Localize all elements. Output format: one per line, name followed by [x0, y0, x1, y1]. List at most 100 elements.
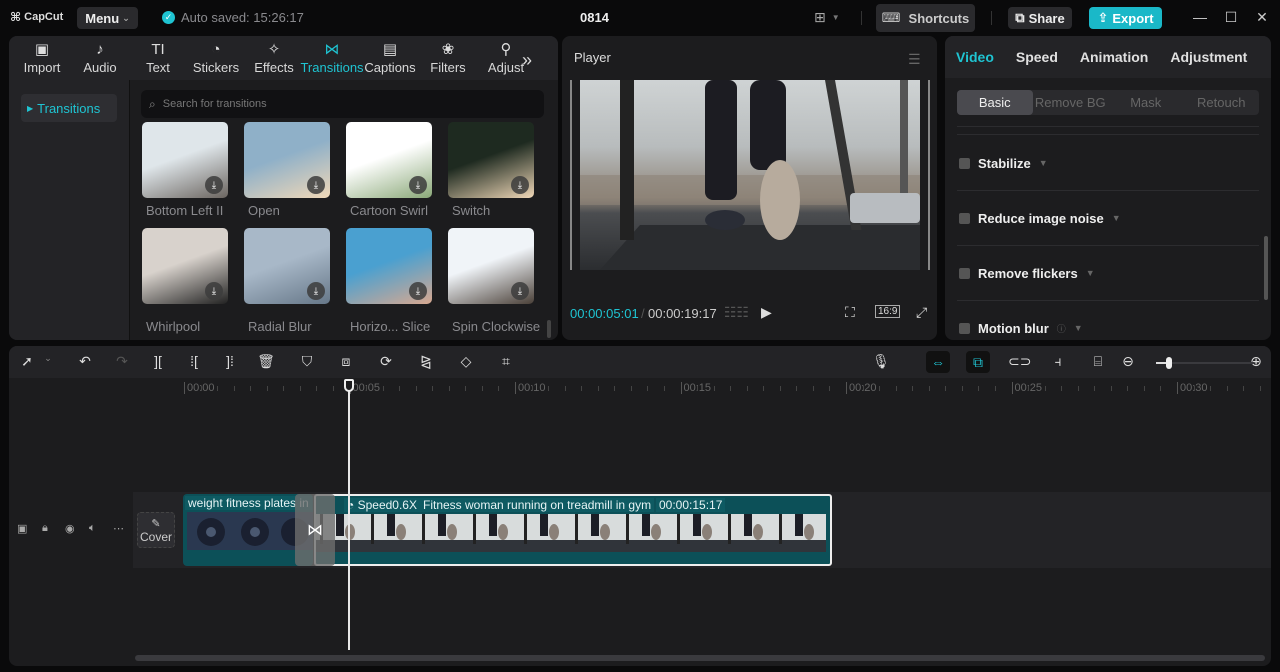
subtab-basic[interactable]: Basic — [957, 90, 1033, 115]
link-icon[interactable]: ⊂⊃ — [1008, 353, 1031, 370]
volume-icon[interactable]: 🔈︎ — [89, 522, 96, 535]
search-input[interactable]: ⌕ Search for transitions — [141, 90, 544, 118]
checkbox[interactable] — [959, 267, 970, 279]
clip-fitness-woman[interactable]: ◔ Speed0.6X Fitness woman running on tre… — [314, 494, 832, 566]
sidebar-item-transitions[interactable]: ▶ Transitions — [21, 94, 117, 122]
preview-axis-icon[interactable]: ⫞ — [1048, 353, 1068, 370]
zoom-timeline-icon[interactable]: ⌸ — [1088, 353, 1108, 370]
crop-icon[interactable]: ⌗ — [496, 353, 516, 370]
delete-icon[interactable]: 🗑 — [256, 353, 276, 370]
tab-filters[interactable]: ❀ Filters — [419, 36, 477, 80]
select-tool-icon[interactable]: ➚ — [17, 353, 37, 370]
share-button[interactable]: ⧉ Share — [1008, 7, 1072, 29]
playhead[interactable] — [348, 382, 350, 650]
redo-icon[interactable]: ↷ — [112, 353, 132, 370]
split-left-icon[interactable]: ⁞[ — [184, 353, 204, 369]
rotate-icon[interactable]: ◇ — [456, 353, 476, 370]
menu-button[interactable]: Menu ⌄ — [77, 7, 138, 29]
tab-stickers[interactable]: ◔ Stickers — [187, 36, 245, 80]
tab-effects[interactable]: ✧ Effects — [245, 36, 303, 80]
auto-snap-icon[interactable]: ⧉ — [966, 351, 990, 373]
caret-down-icon[interactable]: ▼ — [1112, 213, 1121, 223]
checkbox[interactable] — [959, 322, 970, 334]
caret-down-icon[interactable]: ▼ — [1074, 323, 1083, 333]
more-icon[interactable]: ⋯ — [113, 522, 124, 535]
tab-text[interactable]: TI Text — [129, 36, 187, 80]
cover-button[interactable]: ✎ Cover — [137, 512, 175, 548]
split-right-icon[interactable]: ]⁞ — [220, 353, 240, 369]
download-icon[interactable]: ⤓ — [205, 282, 223, 300]
menu-icon[interactable]: ☰ — [908, 51, 921, 68]
export-button[interactable]: ⇪ Export — [1089, 7, 1162, 29]
video-preview[interactable] — [580, 80, 920, 270]
subtab-retouch[interactable]: Retouch — [1184, 90, 1260, 115]
zoom-out-icon[interactable]: ⊖ — [1118, 353, 1138, 370]
chevron-down-icon[interactable]: ⌄ — [38, 353, 58, 364]
scrollbar[interactable] — [547, 320, 551, 338]
clip-weight-fitness[interactable]: weight fitness plates in — [183, 494, 313, 566]
playhead-handle[interactable] — [344, 379, 354, 392]
scrollbar[interactable] — [1264, 236, 1268, 300]
track-video-icon[interactable]: ▣ — [17, 522, 27, 535]
time-ruler[interactable]: 00:00 00:05 00:10 00:15 00:20 00:25 00:30 — [133, 378, 1271, 406]
zoom-fit-icon[interactable]: ⛶ — [845, 304, 855, 321]
microphone-icon[interactable]: 🎙 — [871, 353, 891, 370]
transition-label: Cartoon Swirl — [350, 203, 429, 218]
tab-transitions[interactable]: ⋈ Transitions — [300, 36, 363, 80]
split-icon[interactable]: ][ — [148, 353, 168, 369]
eye-icon[interactable]: ◉ — [65, 522, 75, 535]
tab-speed[interactable]: Speed — [1016, 49, 1058, 65]
minimize-icon[interactable]: — — [1190, 9, 1210, 25]
help-icon[interactable]: ⓘ — [1057, 322, 1066, 335]
tab-captions[interactable]: ▤ Captions — [361, 36, 419, 80]
tab-video[interactable]: Video — [956, 49, 994, 65]
main-track-magnet-icon[interactable]: ⇔ — [926, 351, 950, 373]
maximize-icon[interactable]: ☐ — [1221, 9, 1241, 26]
caret-down-icon[interactable]: ▼ — [1039, 158, 1048, 168]
play-button[interactable]: ▶ — [761, 304, 772, 321]
transition-label: Whirlpool — [146, 319, 201, 334]
marker-icon[interactable]: ⛉ — [297, 353, 317, 370]
transition-thumbnail[interactable]: ⤓ — [244, 122, 330, 198]
horizontal-scrollbar[interactable] — [135, 655, 1265, 661]
download-icon[interactable]: ⤓ — [307, 282, 325, 300]
more-tabs-icon[interactable]: » — [522, 50, 532, 71]
transition-thumbnail[interactable]: ⤓ — [244, 228, 330, 304]
zoom-slider-handle[interactable] — [1166, 357, 1172, 369]
download-icon[interactable]: ⤓ — [511, 282, 529, 300]
reverse-icon[interactable]: ⟳ — [376, 353, 396, 370]
divider — [991, 11, 992, 25]
transition-thumbnail[interactable]: ⤓ — [346, 122, 432, 198]
layout-button[interactable]: ⊞ ▼ — [814, 9, 840, 26]
transition-thumbnail[interactable]: ⤓ — [142, 228, 228, 304]
timeline-panel: ➚ ⌄ ↶ ↷ ][ ⁞[ ]⁞ 🗑 ⛉ ⧈ ⟳ ⧎ ◇ ⌗ 🎙 ⇔ ⧉ ⊂⊃ … — [9, 346, 1271, 666]
caret-down-icon[interactable]: ▼ — [1086, 268, 1095, 278]
transition-thumbnail[interactable]: ⤓ — [142, 122, 228, 198]
shortcuts-button[interactable]: ⌨ Shortcuts — [876, 4, 975, 32]
download-icon[interactable]: ⤓ — [409, 176, 427, 194]
transition-thumbnail[interactable]: ⤓ — [448, 122, 534, 198]
subtab-mask[interactable]: Mask — [1108, 90, 1184, 115]
checkbox[interactable] — [959, 212, 970, 224]
download-icon[interactable]: ⤓ — [511, 176, 529, 194]
transition-thumbnail[interactable]: ⤓ — [346, 228, 432, 304]
lock-icon[interactable]: 🔒︎ — [42, 522, 48, 535]
aspect-ratio-button[interactable]: 16:9 — [875, 305, 901, 318]
close-icon[interactable]: ✕ — [1252, 9, 1272, 26]
tab-animation[interactable]: Animation — [1080, 49, 1148, 65]
undo-icon[interactable]: ↶ — [75, 353, 95, 370]
timeline-view-icon[interactable]: ☷☷ — [724, 304, 749, 321]
download-icon[interactable]: ⤓ — [307, 176, 325, 194]
tab-adjustment[interactable]: Adjustment — [1170, 49, 1247, 65]
fullscreen-icon[interactable]: ⤢ — [916, 304, 927, 321]
checkbox[interactable] — [959, 157, 970, 169]
freeze-icon[interactable]: ⧈ — [336, 353, 356, 370]
transition-marker[interactable]: ⋈ — [295, 494, 335, 566]
download-icon[interactable]: ⤓ — [205, 176, 223, 194]
mirror-icon[interactable]: ⧎ — [416, 353, 436, 370]
tab-audio[interactable]: ♪ Audio — [71, 36, 129, 80]
tab-import[interactable]: ▣ Import — [13, 36, 71, 80]
subtab-remove-bg[interactable]: Remove BG — [1033, 90, 1109, 115]
download-icon[interactable]: ⤓ — [409, 282, 427, 300]
transition-thumbnail[interactable]: ⤓ — [448, 228, 534, 304]
